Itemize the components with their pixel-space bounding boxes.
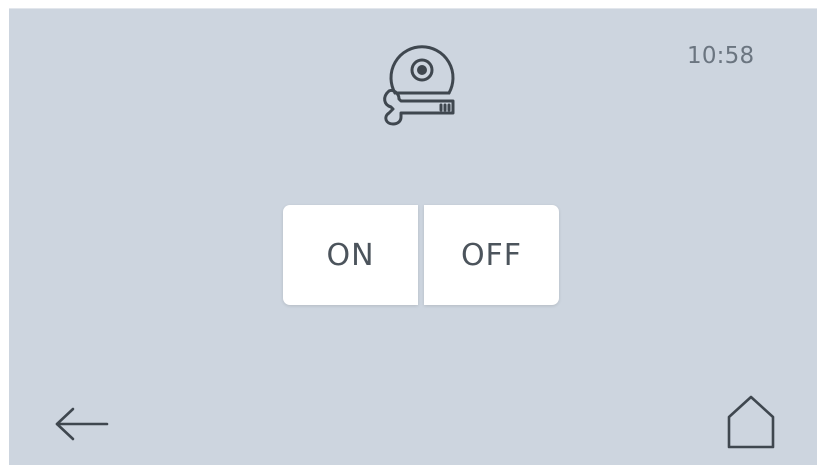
home-icon[interactable] xyxy=(725,393,777,451)
device-screen: 10:58 ON OFF xyxy=(9,8,817,465)
disc-wrench-icon xyxy=(383,45,455,126)
arrow-left-icon[interactable] xyxy=(53,404,111,444)
on-off-toggle: ON OFF xyxy=(283,205,559,305)
clock: 10:58 xyxy=(687,43,755,69)
off-button[interactable]: OFF xyxy=(424,205,559,305)
on-button[interactable]: ON xyxy=(283,205,418,305)
